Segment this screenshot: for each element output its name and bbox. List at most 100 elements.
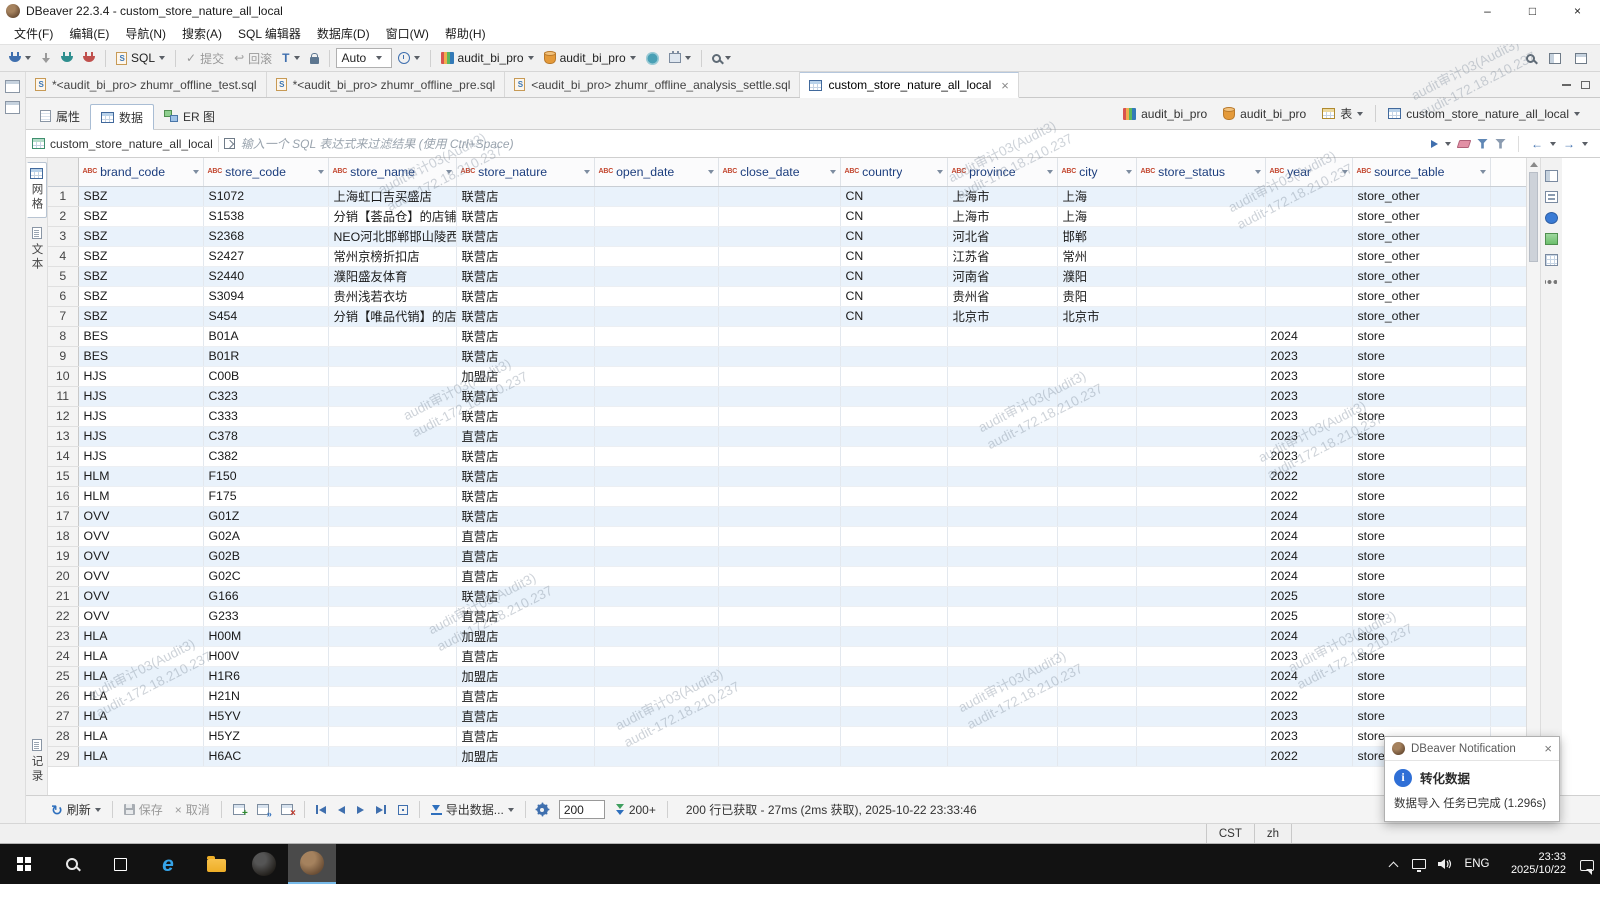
grid-cell[interactable] — [1136, 186, 1265, 206]
vertical-scrollbar[interactable] — [1526, 158, 1540, 795]
grid-cell[interactable]: 江苏省 — [947, 246, 1057, 266]
grid-cell[interactable] — [947, 686, 1057, 706]
grid-cell[interactable]: C378 — [203, 426, 328, 446]
grid-cell[interactable]: store — [1352, 526, 1490, 546]
dropdown-icon[interactable] — [1582, 142, 1588, 146]
grid-cell[interactable]: SBZ — [78, 266, 203, 286]
grid-cell[interactable] — [1057, 386, 1136, 406]
grid-cell[interactable]: C333 — [203, 406, 328, 426]
grid-cell[interactable]: CN — [840, 186, 947, 206]
view-tab-grid[interactable]: 网格 — [27, 162, 47, 218]
grid-cell[interactable]: store — [1352, 506, 1490, 526]
grid-cell[interactable] — [594, 706, 718, 726]
row-number[interactable]: 2 — [48, 206, 78, 226]
grid-cell[interactable] — [1136, 586, 1265, 606]
table-row[interactable]: 12HJSC333联营店2023store — [48, 406, 1526, 426]
grid-cell[interactable] — [1136, 266, 1265, 286]
grid-cell[interactable]: 上海市 — [947, 186, 1057, 206]
dropdown-icon[interactable] — [294, 56, 300, 60]
transaction-log-button[interactable] — [394, 47, 424, 69]
grid-cell[interactable]: store_other — [1352, 206, 1490, 226]
grid-cell[interactable]: H00V — [203, 646, 328, 666]
delete-row-button[interactable] — [276, 799, 298, 821]
column-dropdown-icon[interactable] — [1480, 170, 1486, 174]
column-header-province[interactable]: ABCprovince — [947, 158, 1057, 186]
grid-cell[interactable] — [718, 426, 840, 446]
grid-cell[interactable]: SBZ — [78, 286, 203, 306]
grid-cell[interactable]: BES — [78, 326, 203, 346]
grid-cell[interactable]: store — [1352, 446, 1490, 466]
grid-cell[interactable]: store — [1352, 346, 1490, 366]
table-row[interactable]: 9BESB01R联营店2023store — [48, 346, 1526, 366]
grid-cell[interactable] — [947, 346, 1057, 366]
grid-cell[interactable] — [1136, 346, 1265, 366]
grid-cell[interactable] — [947, 366, 1057, 386]
grid-cell[interactable]: S3094 — [203, 286, 328, 306]
grid-cell[interactable]: HLA — [78, 666, 203, 686]
grid-cell[interactable] — [947, 646, 1057, 666]
editor-tab[interactable]: *<audit_bi_pro> zhumr_offline_test.sql — [26, 72, 267, 97]
grid-cell[interactable] — [328, 666, 456, 686]
previous-row-button[interactable] — [333, 799, 350, 821]
table-row[interactable]: 3SBZS2368NEO河北邯郸邯山陵西联营店CN河北省邯郸store_othe… — [48, 226, 1526, 246]
grid-cell[interactable] — [328, 706, 456, 726]
grid-cell[interactable]: F150 — [203, 466, 328, 486]
grid-cell[interactable] — [718, 226, 840, 246]
commit-button[interactable]: ✓提交 — [182, 47, 228, 69]
grid-cell[interactable]: 2023 — [1265, 726, 1352, 746]
grid-cell[interactable] — [328, 366, 456, 386]
object-type-selector[interactable]: 表 — [1314, 105, 1371, 122]
grid-cell[interactable] — [947, 746, 1057, 766]
database-indicator[interactable]: audit_bi_pro — [1215, 107, 1314, 121]
row-number[interactable]: 7 — [48, 306, 78, 326]
grid-cell[interactable] — [1057, 526, 1136, 546]
grid-cell[interactable]: B01R — [203, 346, 328, 366]
first-row-button[interactable] — [311, 799, 331, 821]
grid-cell[interactable] — [1136, 626, 1265, 646]
editor-layout-button[interactable] — [1571, 47, 1591, 69]
row-number[interactable]: 26 — [48, 686, 78, 706]
grid-cell[interactable]: 2024 — [1265, 666, 1352, 686]
grid-cell[interactable] — [718, 506, 840, 526]
table-row[interactable]: 16HLMF175联营店2022store — [48, 486, 1526, 506]
grid-cell[interactable] — [594, 606, 718, 626]
grid-cell[interactable] — [947, 726, 1057, 746]
grid-cell[interactable]: 上海 — [1057, 186, 1136, 206]
grid-cell[interactable]: store — [1352, 646, 1490, 666]
editor-tab[interactable]: *<audit_bi_pro> zhumr_offline_pre.sql — [267, 72, 506, 97]
grid-cell[interactable] — [1136, 666, 1265, 686]
open-perspective-button[interactable] — [1545, 47, 1565, 69]
table-row[interactable]: 27HLAH5YV直营店2023store — [48, 706, 1526, 726]
table-row[interactable]: 28HLAH5YZ直营店2023store — [48, 726, 1526, 746]
start-button[interactable] — [0, 844, 48, 884]
column-dropdown-icon[interactable] — [830, 170, 836, 174]
grid-cell[interactable]: 加盟店 — [456, 746, 594, 766]
grid-cell[interactable]: HLM — [78, 486, 203, 506]
duplicate-row-button[interactable] — [252, 799, 274, 821]
grid-cell[interactable]: 2025 — [1265, 586, 1352, 606]
row-number[interactable]: 17 — [48, 506, 78, 526]
table-row[interactable]: 8BESB01A联营店2024store — [48, 326, 1526, 346]
menu-item[interactable]: 窗口(W) — [378, 25, 437, 42]
grid-cell[interactable] — [594, 366, 718, 386]
grid-cell[interactable]: OVV — [78, 546, 203, 566]
grid-cell[interactable]: 贵州浅若衣坊 — [328, 286, 456, 306]
table-row[interactable]: 15HLMF150联营店2022store — [48, 466, 1526, 486]
grid-cell[interactable]: 直营店 — [456, 426, 594, 446]
sql-editor-button[interactable]: SQL — [112, 47, 169, 69]
editor-tab[interactable]: custom_store_nature_all_local× — [800, 72, 1018, 98]
grid-cell[interactable] — [1057, 626, 1136, 646]
grid-cell[interactable]: 直营店 — [456, 606, 594, 626]
table-row[interactable]: 24HLAH00V直营店2023store — [48, 646, 1526, 666]
grid-cell[interactable] — [328, 446, 456, 466]
grid-corner[interactable] — [48, 158, 78, 186]
dropdown-icon[interactable] — [630, 56, 636, 60]
grid-cell[interactable] — [718, 666, 840, 686]
row-number[interactable]: 4 — [48, 246, 78, 266]
notification-close-icon[interactable]: × — [1544, 742, 1552, 755]
grid-cell[interactable] — [840, 646, 947, 666]
disconnect-button[interactable] — [79, 47, 99, 69]
grid-cell[interactable] — [947, 486, 1057, 506]
grid-cell[interactable]: 北京市 — [947, 306, 1057, 326]
grid-cell[interactable] — [594, 526, 718, 546]
